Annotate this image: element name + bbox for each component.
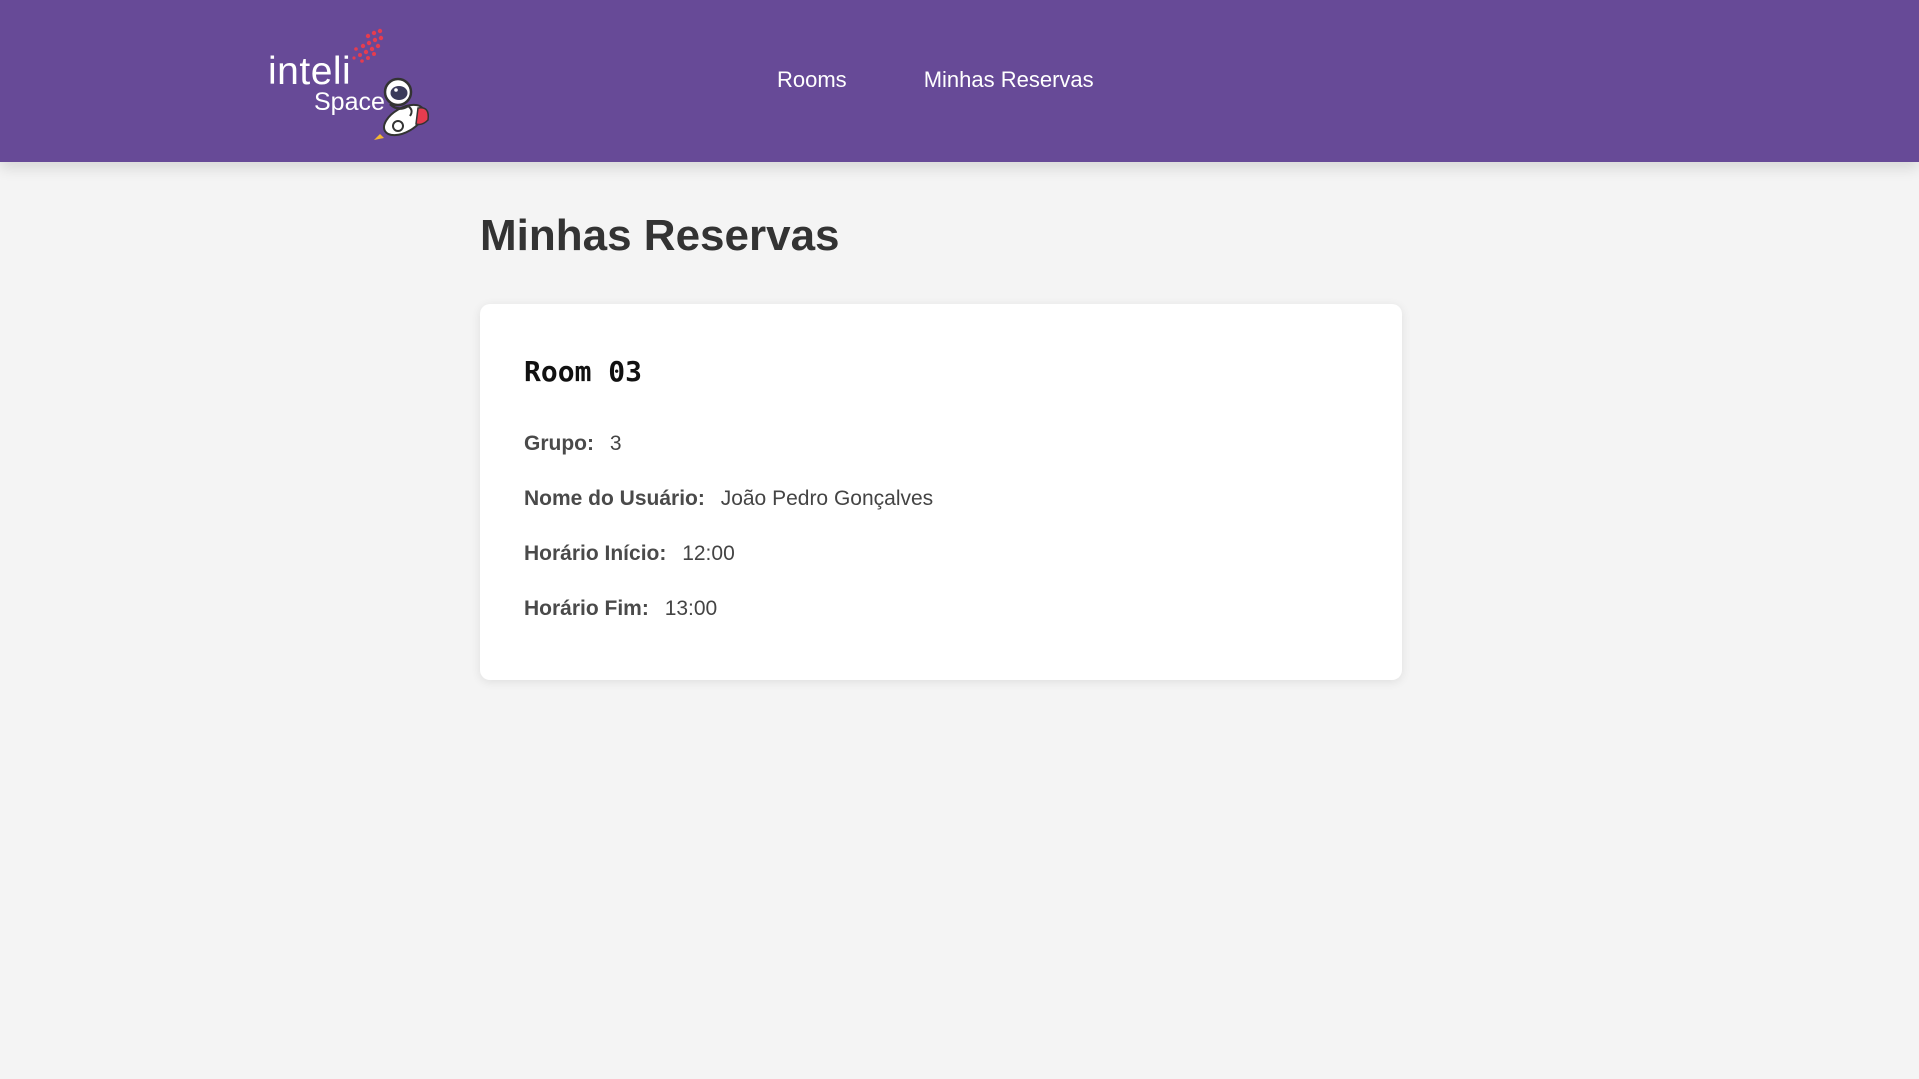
nav-link-minhas-reservas[interactable]: Minhas Reservas bbox=[924, 66, 1094, 94]
field-label: Nome do Usuário: bbox=[524, 487, 705, 510]
field-value: 3 bbox=[609, 432, 622, 455]
page-title: Minhas Reservas bbox=[480, 211, 840, 260]
field-label: Grupo: bbox=[524, 432, 594, 455]
field-grupo: Grupo: 3 bbox=[524, 430, 622, 458]
inteli-space-logo[interactable]: inteli Space bbox=[262, 28, 434, 140]
field-value: 12:00 bbox=[682, 542, 735, 565]
navbar: inteli Space Rooms Minhas Reservas bbox=[0, 0, 1919, 162]
field-value: João Pedro Gonçalves bbox=[720, 487, 934, 510]
field-horario-fim: Horário Fim: 13:00 bbox=[524, 595, 717, 623]
astronaut-rocket-icon bbox=[374, 77, 430, 140]
main-nav: Rooms Minhas Reservas bbox=[777, 66, 1094, 94]
field-horario-inicio: Horário Início: 12:00 bbox=[524, 540, 735, 568]
field-nome-usuario: Nome do Usuário: João Pedro Gonçalves bbox=[524, 485, 933, 513]
nav-link-rooms[interactable]: Rooms bbox=[777, 66, 847, 94]
room-title: Room 03 bbox=[524, 355, 643, 388]
field-label: Horário Fim: bbox=[524, 597, 649, 620]
logo-wordmark-inteli: inteli bbox=[268, 50, 352, 93]
field-value: 13:00 bbox=[664, 597, 718, 620]
field-label: Horário Início: bbox=[524, 542, 667, 565]
reservation-card: Room 03 Grupo: 3 Nome do Usuário: João P… bbox=[480, 304, 1402, 680]
